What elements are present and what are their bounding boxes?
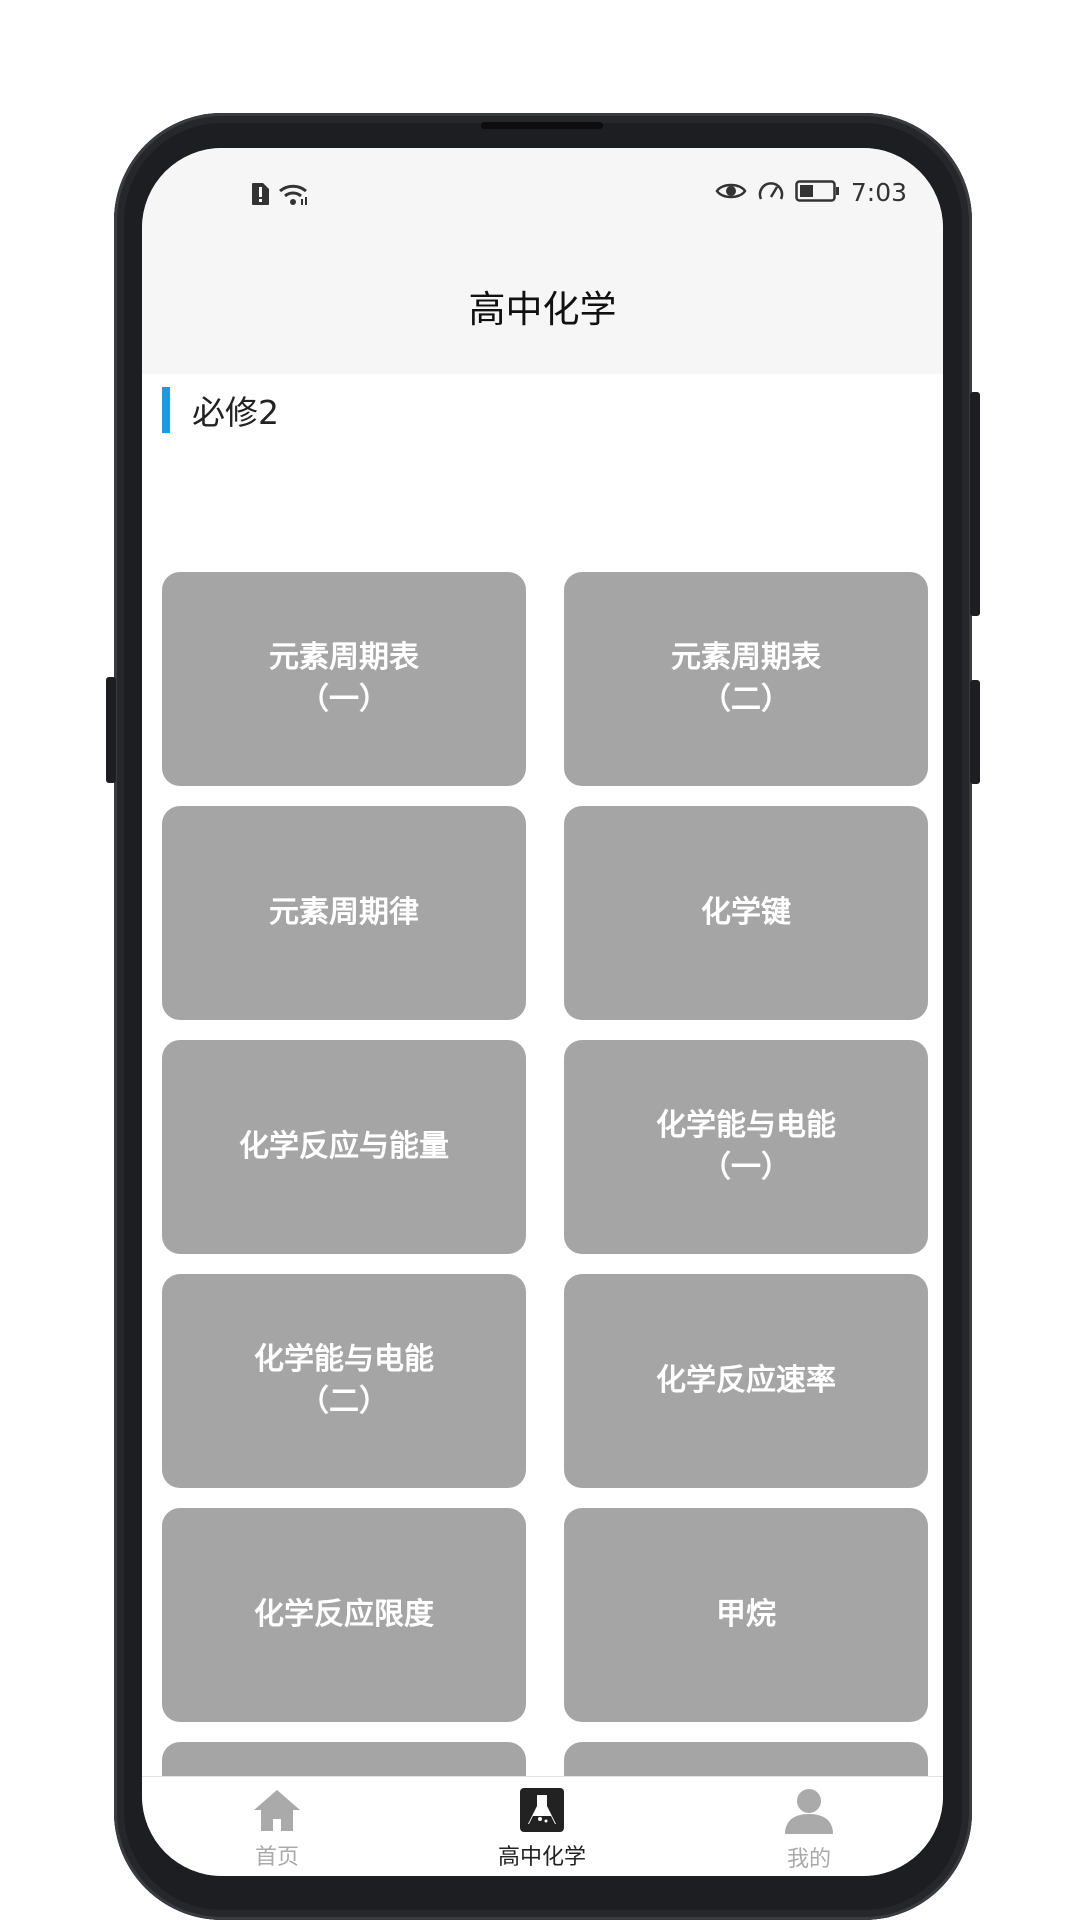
topic-tile-subtitle: （一） [299,682,389,717]
person-icon [783,1787,835,1839]
tab-label: 我的 [786,1847,831,1872]
section-accent-bar [162,387,170,433]
topic-tile[interactable]: 元素周期律 [162,806,526,1020]
topic-tile[interactable]: 化学反应限度 [162,1508,526,1722]
topic-tile-title: 元素周期表 [671,640,821,675]
topic-tile[interactable]: 化学反应与能量 [162,1040,526,1254]
power-button [970,680,980,784]
section-title: 必修2 [192,393,279,432]
earpiece-speaker [481,122,603,129]
topic-tile[interactable]: 化学反应速率 [564,1274,928,1488]
title-bar: 高中化学 [142,238,943,374]
home-icon [252,1787,302,1837]
topic-tile-subtitle: （二） [299,1384,389,1419]
section-header: 必修2 [162,380,279,440]
topic-tile-subtitle: （一） [701,1150,791,1185]
topic-tile-title: 元素周期表 [269,640,419,675]
topic-tile[interactable]: 化学键 [564,806,928,1020]
tab-home[interactable]: 首页 [177,1787,377,1871]
status-time: 7:03 [850,178,907,207]
phone-screen: 7:03 高中化学 必修2 元素周期表 （一） 元素周期表 （二） 元素周期律 … [142,148,943,1876]
wifi-icon [278,182,310,210]
tab-chemistry[interactable]: 高中化学 [442,1787,642,1871]
volume-button [106,677,116,783]
bottom-tab-bar: 首页 高中化学 我的 [142,1776,943,1876]
battery-icon [795,179,841,207]
topic-tile[interactable]: 元素周期表 （二） [564,572,928,786]
topic-tile[interactable]: 元素周期表 （一） [162,572,526,786]
topic-tile[interactable]: 化学能与电能 （一） [564,1040,928,1254]
flask-icon [519,1787,565,1837]
topic-tile-title: 化学能与电能 [254,1342,434,1377]
status-bar: 7:03 [142,148,943,238]
sim-alert-icon [250,182,270,210]
side-button [970,392,980,616]
topic-tile-title: 化学反应限度 [254,1597,434,1632]
tab-me[interactable]: 我的 [709,1787,909,1873]
topic-tile-title: 甲烷 [716,1597,776,1632]
tab-label: 首页 [254,1845,299,1870]
tab-label: 高中化学 [497,1845,586,1870]
topic-tile-title: 化学能与电能 [656,1108,836,1143]
topic-tile-subtitle: （二） [701,682,791,717]
topic-tile-title: 元素周期律 [269,895,419,930]
eye-icon [715,180,747,206]
topic-tile-title: 化学键 [701,895,791,930]
speedometer-icon [757,179,785,207]
page-title: 高中化学 [468,288,617,331]
topic-tile-title: 化学反应与能量 [239,1129,449,1164]
topic-tile[interactable]: 甲烷 [564,1508,928,1722]
topic-tile[interactable]: 化学能与电能 （二） [162,1274,526,1488]
topic-tile-title: 化学反应速率 [656,1363,836,1398]
